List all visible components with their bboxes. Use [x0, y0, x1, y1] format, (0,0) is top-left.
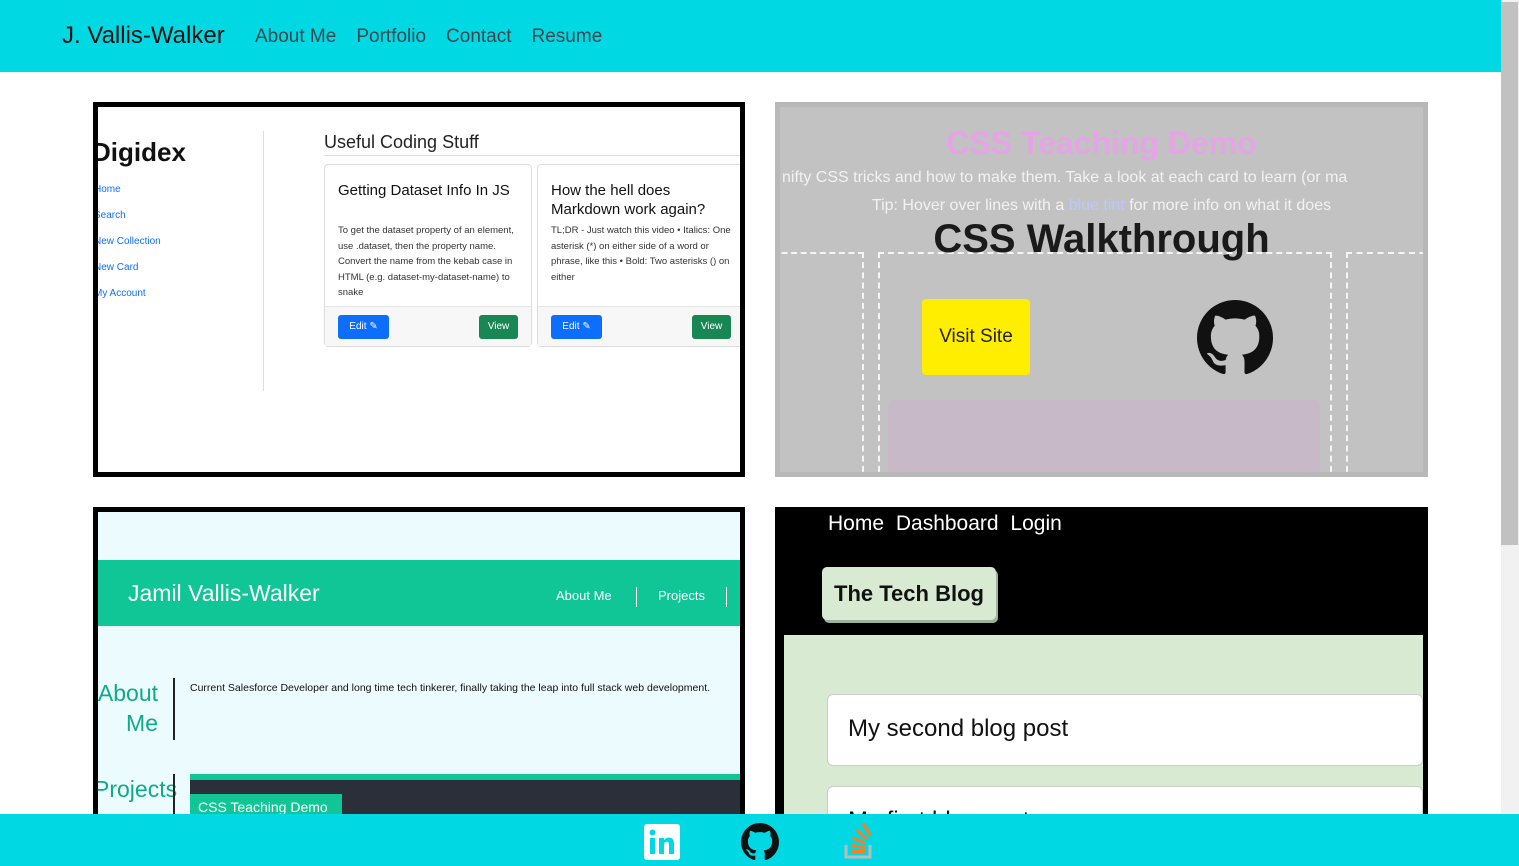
css-demo-title: CSS Teaching Demo [946, 125, 1257, 161]
note-card-body: To get the dataset property of an elemen… [338, 225, 514, 297]
note-card-footer: Edit ✎ View [325, 306, 531, 346]
portfolio-about-heading: About Me [97, 680, 158, 736]
footer [0, 814, 1519, 866]
note-card-title: How the hell does Markdown work again? [551, 182, 706, 218]
portfolio-vertical-rule [173, 678, 175, 740]
edit-label: Edit [562, 321, 580, 332]
digidex-section-rule [324, 155, 740, 156]
brand-name[interactable]: J. Vallis-Walker [62, 22, 225, 50]
demo-dashed-box [1346, 252, 1423, 472]
visit-site-button[interactable]: Visit Site [922, 299, 1030, 375]
blog-brand: The Tech Blog [822, 567, 996, 620]
nav-about-me[interactable]: About Me [255, 26, 336, 48]
github-icon[interactable] [741, 823, 779, 861]
digidex-nav-new-card: New Card [94, 262, 139, 273]
project-card-portfolio[interactable]: Jamil Vallis-Walker About Me Projects Ab… [93, 507, 745, 817]
digidex-sidebar-nav: Home Search New Collection New Card My A… [94, 177, 161, 307]
digidex-note-card: Getting Dataset Info In JS To get the da… [324, 164, 532, 347]
nav-portfolio[interactable]: Portfolio [356, 26, 426, 48]
digidex-nav-search: Search [94, 210, 126, 221]
note-card-footer: Edit ✎ View [538, 306, 740, 346]
view-button: View [479, 315, 518, 339]
digidex-divider [263, 131, 264, 391]
digidex-title: Digidex [93, 137, 186, 167]
scrollbar-thumb[interactable] [1501, 2, 1518, 545]
digidex-note-card: How the hell does Markdown work again? T… [537, 164, 740, 347]
demo-code-block [888, 400, 1320, 472]
portfolio-vertical-rule [173, 774, 175, 817]
nav-resume[interactable]: Resume [532, 26, 603, 48]
digidex-nav-home: Home [94, 184, 121, 195]
portfolio-link-projects: Projects [658, 588, 705, 603]
view-button: View [692, 315, 731, 339]
blog-nav: Home Dashboard Login [828, 512, 1062, 535]
project-card-digidex[interactable]: Digidex Home Search New Collection New C… [93, 102, 745, 477]
portfolio-link-separator [726, 587, 727, 607]
digidex-section-title: Useful Coding Stuff [324, 132, 479, 152]
nav-links: About Me Portfolio Contact Resume [255, 26, 622, 48]
demo-dashed-box [780, 252, 864, 472]
css-demo-tip: Tip: Hover over lines with a blue tint f… [780, 197, 1423, 215]
blog-post-card: My first blog post [827, 786, 1423, 817]
tip-suffix: for more info on what it does [1124, 197, 1332, 214]
portfolio-link-about: About Me [556, 588, 612, 603]
blog-main: My second blog post My first blog post [784, 635, 1423, 817]
portfolio-projects-heading: Projects [94, 776, 178, 802]
css-walkthrough-heading: CSS Walkthrough [933, 217, 1270, 261]
tip-tint: blue tint [1068, 197, 1125, 214]
github-icon[interactable] [1197, 300, 1273, 376]
edit-button: Edit ✎ [338, 315, 389, 339]
digidex-nav-new-collection: New Collection [94, 236, 161, 247]
linkedin-icon[interactable] [643, 823, 681, 861]
pencil-icon: ✎ [582, 321, 591, 332]
project-card-css-demo[interactable]: CSS Teaching Demo nifty CSS tricks and h… [775, 102, 1428, 477]
edit-label: Edit [349, 321, 367, 332]
digidex-nav-account: My Account [94, 288, 146, 299]
portfolio-link-separator [636, 587, 637, 607]
edit-button: Edit ✎ [551, 315, 602, 339]
stackoverflow-icon[interactable] [840, 822, 878, 861]
top-navbar: J. Vallis-Walker About Me Portfolio Cont… [0, 0, 1501, 72]
nav-contact[interactable]: Contact [446, 26, 511, 48]
note-card-title: Getting Dataset Info In JS [338, 182, 510, 199]
portfolio-about-text: Current Salesforce Developer and long ti… [190, 682, 711, 694]
portfolio-name: Jamil Vallis-Walker [128, 580, 320, 606]
pencil-icon: ✎ [369, 321, 378, 332]
blog-post-card: My second blog post [827, 694, 1423, 766]
note-card-body: TL;DR - Just watch this video • Italics:… [551, 225, 731, 283]
tip-prefix: Tip: Hover over lines with a [871, 197, 1069, 214]
project-card-tech-blog[interactable]: Home Dashboard Login The Tech Blog My se… [775, 507, 1428, 817]
css-demo-subtitle: nifty CSS tricks and how to make them. T… [782, 169, 1348, 186]
blog-post-title: My second blog post [848, 715, 1069, 742]
